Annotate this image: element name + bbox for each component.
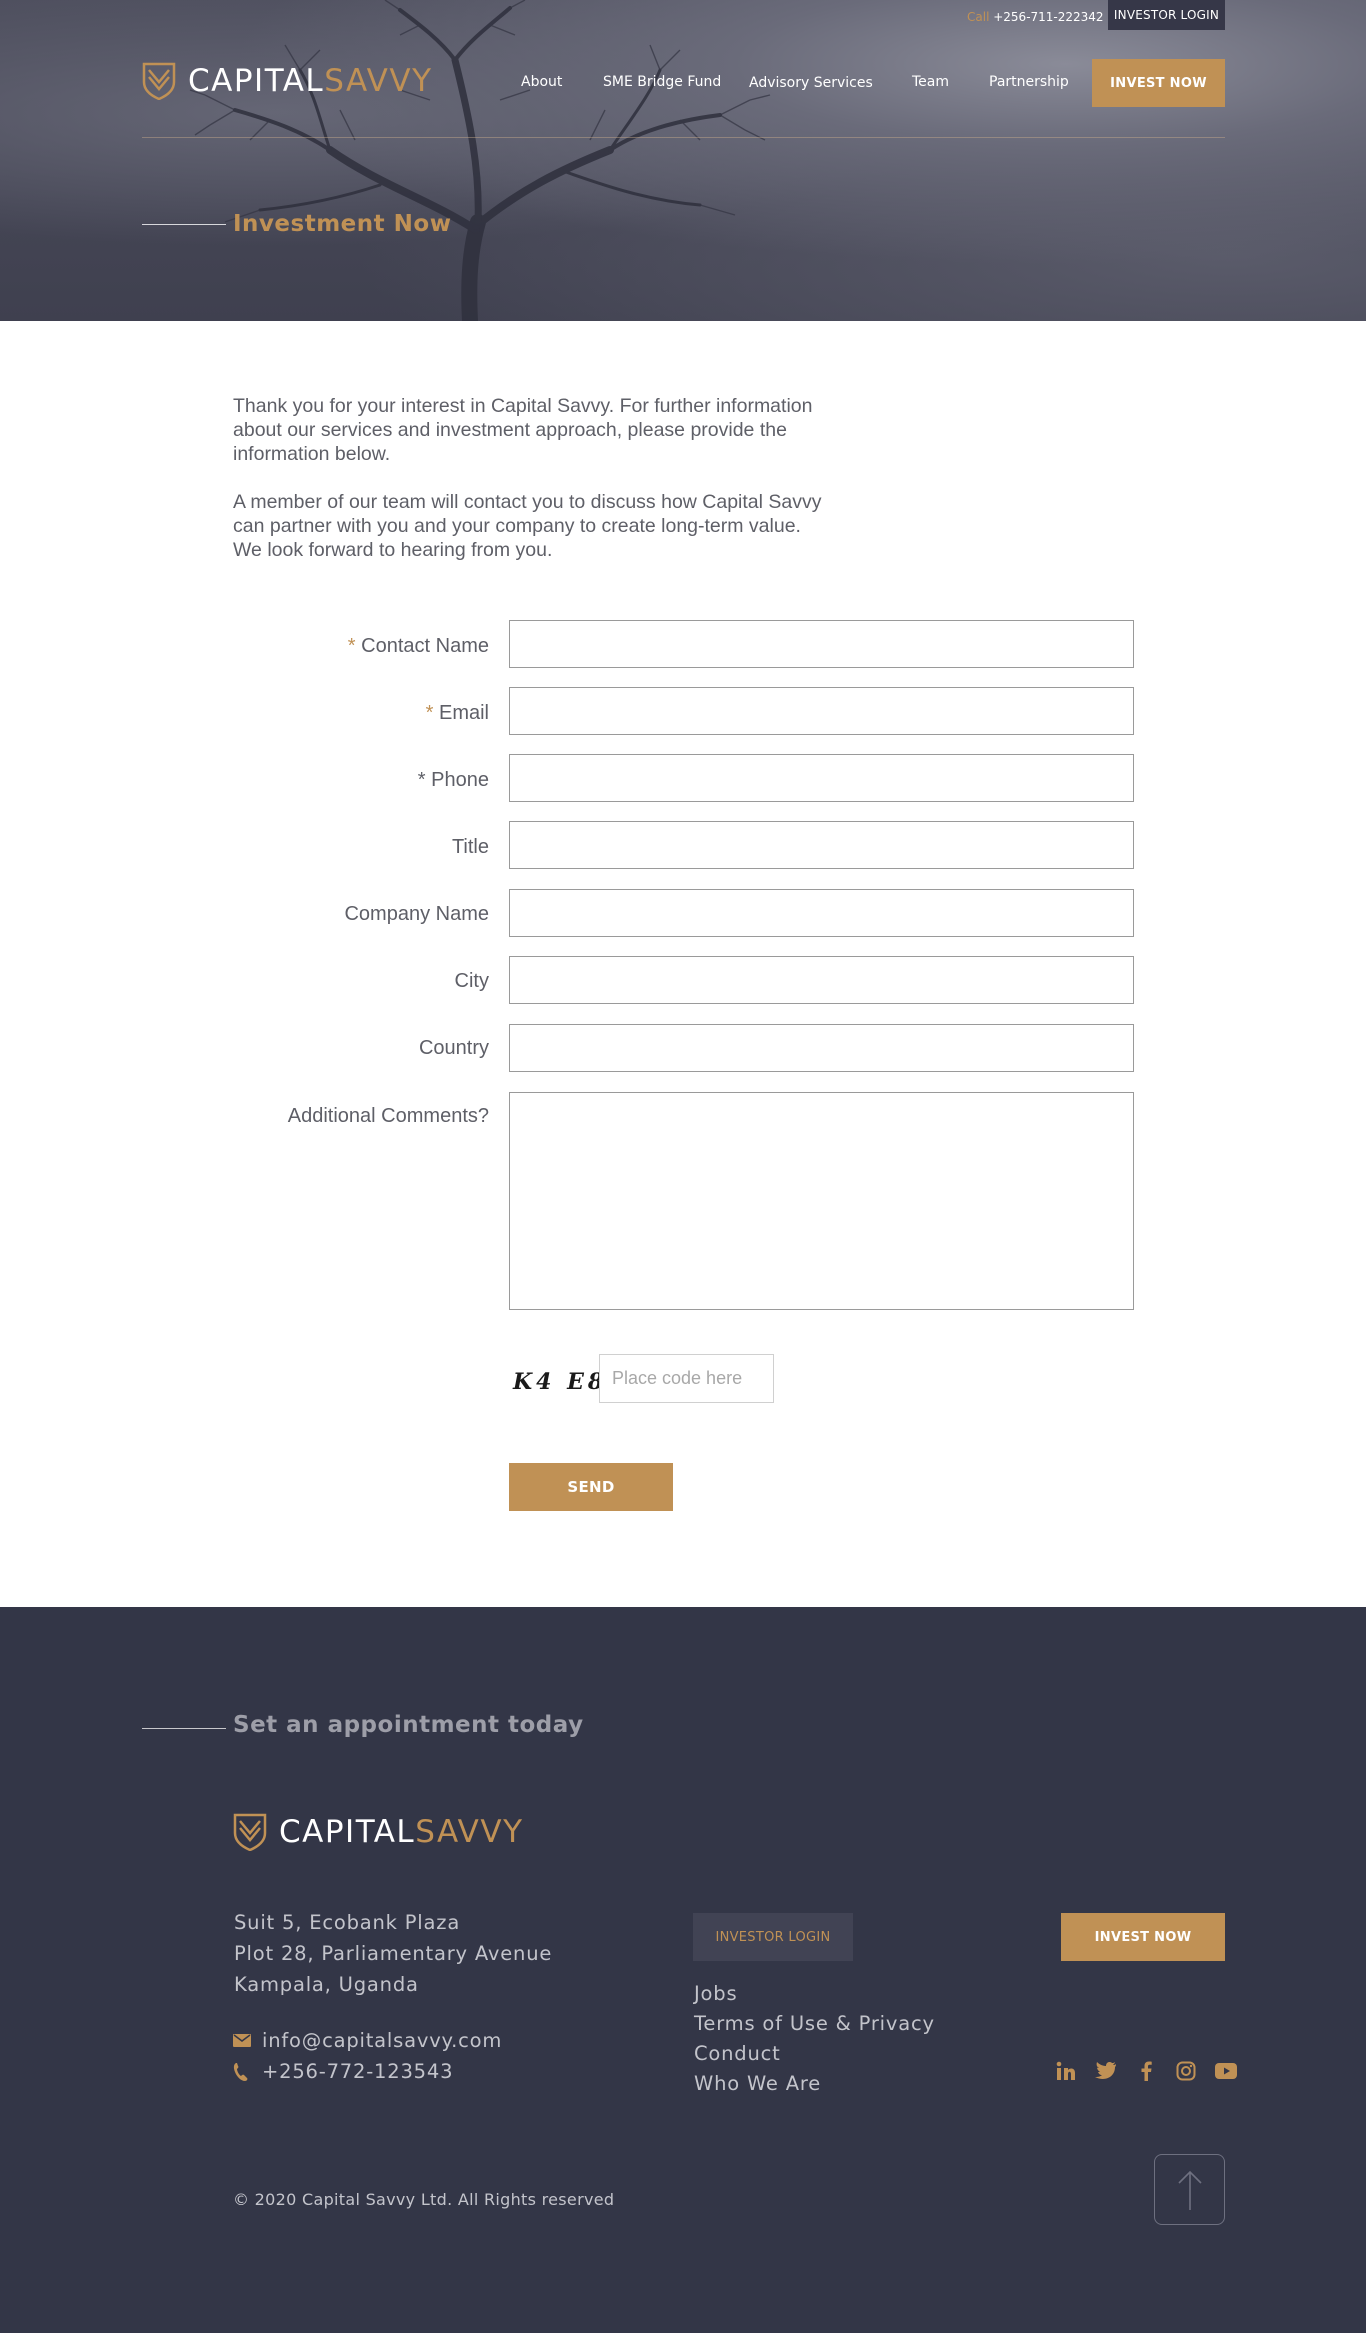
email-label-text: Email <box>438 702 489 724</box>
footer-link-jobs[interactable]: Jobs <box>694 1979 935 2009</box>
address-line: Kampala, Uganda <box>234 1973 419 1996</box>
captcha-image: K4 E8 <box>513 1369 608 1395</box>
invest-now-button[interactable]: INVEST NOW <box>1092 59 1225 107</box>
contact-name-label: * Contact Name <box>348 635 489 658</box>
city-label: City <box>454 970 489 992</box>
appointment-accent-line <box>142 1728 226 1729</box>
company-name-input[interactable] <box>509 889 1134 937</box>
nav-partnership[interactable]: Partnership <box>989 74 1069 90</box>
logo-text-savvy: SAVVY <box>324 63 433 99</box>
shield-logo-icon <box>142 62 176 100</box>
arrow-up-icon <box>1177 2170 1202 2210</box>
copyright: © 2020 Capital Savvy Ltd. All Rights res… <box>233 2190 615 2209</box>
intro-line: about our services and investment approa… <box>233 419 787 441</box>
intro-paragraph-2: A member of our team will contact you to… <box>233 490 822 562</box>
capital-savvy-logo[interactable]: CAPITALSAVVY <box>142 62 433 100</box>
footer: Set an appointment today CAPITALSAVVY Su… <box>0 1607 1366 2333</box>
social-links <box>1046 2059 1246 2083</box>
country-input[interactable] <box>509 1024 1134 1072</box>
linkedin-icon[interactable] <box>1046 2059 1086 2083</box>
email-input[interactable] <box>509 687 1134 735</box>
phone-label-text: Phone <box>431 769 489 791</box>
phone-label: * Phone <box>418 769 489 792</box>
tree-background-image <box>189 0 771 321</box>
intro-line: A member of our team will contact you to… <box>233 491 822 513</box>
contact-name-label-text: Contact Name <box>361 635 489 657</box>
nav-team[interactable]: Team <box>912 74 949 90</box>
company-name-label: Company Name <box>344 903 489 925</box>
scroll-to-top-button[interactable] <box>1154 2154 1225 2225</box>
title-accent-line <box>142 224 226 225</box>
envelope-icon <box>233 2034 253 2047</box>
comments-textarea[interactable] <box>509 1092 1134 1310</box>
call-label: Call <box>967 10 990 24</box>
topbar-phone[interactable]: Call +256-711-222342 <box>967 10 1104 24</box>
address-block: Suit 5, Ecobank Plaza Plot 28, Parliamen… <box>234 1907 552 2000</box>
nav-advisory-services[interactable]: Advisory Services <box>749 75 873 91</box>
country-label: Country <box>418 1037 489 1059</box>
city-input[interactable] <box>509 956 1134 1004</box>
intro-line: Thank you for your interest in Capital S… <box>233 395 813 417</box>
footer-phone-text[interactable]: +256-772-123543 <box>262 2060 453 2083</box>
required-marker: * <box>425 702 434 724</box>
nav-sme-bridge-fund[interactable]: SME Bridge Fund <box>603 74 721 90</box>
topbar-phone-number[interactable]: +256-711-222342 <box>993 10 1103 24</box>
hero-header: Call +256-711-222342 INVESTOR LOGIN CAPI… <box>0 0 1366 321</box>
footer-link-who-we-are[interactable]: Who We Are <box>694 2069 935 2099</box>
footer-phone[interactable]: +256-772-123543 <box>233 2060 453 2083</box>
footer-invest-now-button[interactable]: INVEST NOW <box>1061 1913 1225 1961</box>
twitter-icon[interactable] <box>1086 2059 1126 2083</box>
title-input[interactable] <box>509 821 1134 869</box>
footer-link-terms[interactable]: Terms of Use & Privacy <box>694 2009 935 2039</box>
address-line: Plot 28, Parliamentary Avenue <box>234 1942 553 1965</box>
footer-investor-login-button[interactable]: INVESTOR LOGIN <box>693 1913 853 1961</box>
logo-text-savvy: SAVVY <box>415 1814 524 1850</box>
contact-name-input[interactable] <box>509 620 1134 668</box>
email-label: * Email <box>426 702 489 725</box>
phone-input[interactable] <box>509 754 1134 802</box>
phone-icon <box>233 2062 253 2082</box>
shield-logo-icon <box>233 1813 267 1851</box>
send-button[interactable]: SEND <box>509 1463 673 1511</box>
address-line: Suit 5, Ecobank Plaza <box>234 1911 461 1934</box>
footer-email[interactable]: info@capitalsavvy.com <box>233 2029 502 2052</box>
intro-line: can partner with you and your company to… <box>233 515 801 537</box>
intro-line: We look forward to hearing from you. <box>233 539 553 561</box>
intro-line: information below. <box>233 443 391 465</box>
footer-email-text[interactable]: info@capitalsavvy.com <box>262 2029 502 2052</box>
logo-text-capital: CAPITAL <box>188 63 325 99</box>
footer-links: Jobs Terms of Use & Privacy Conduct Who … <box>694 1979 935 2099</box>
facebook-icon[interactable] <box>1126 2059 1166 2083</box>
intro-paragraph-1: Thank you for your interest in Capital S… <box>233 394 812 466</box>
logo-text-capital: CAPITAL <box>279 1814 416 1850</box>
required-marker: * <box>347 635 356 657</box>
investor-login-button[interactable]: INVESTOR LOGIN <box>1108 0 1225 30</box>
required-marker: * <box>417 769 426 791</box>
instagram-icon[interactable] <box>1166 2059 1206 2083</box>
captcha-input[interactable] <box>599 1354 774 1403</box>
nav-about[interactable]: About <box>521 74 562 90</box>
comments-label: Additional Comments? <box>287 1105 489 1127</box>
appointment-title: Set an appointment today <box>233 1712 584 1738</box>
header-divider <box>142 137 1225 138</box>
page-title: Investment Now <box>233 211 452 237</box>
footer-link-conduct[interactable]: Conduct <box>694 2039 935 2069</box>
title-label: Title <box>451 836 489 858</box>
youtube-icon[interactable] <box>1206 2059 1246 2083</box>
footer-logo[interactable]: CAPITALSAVVY <box>233 1813 524 1851</box>
